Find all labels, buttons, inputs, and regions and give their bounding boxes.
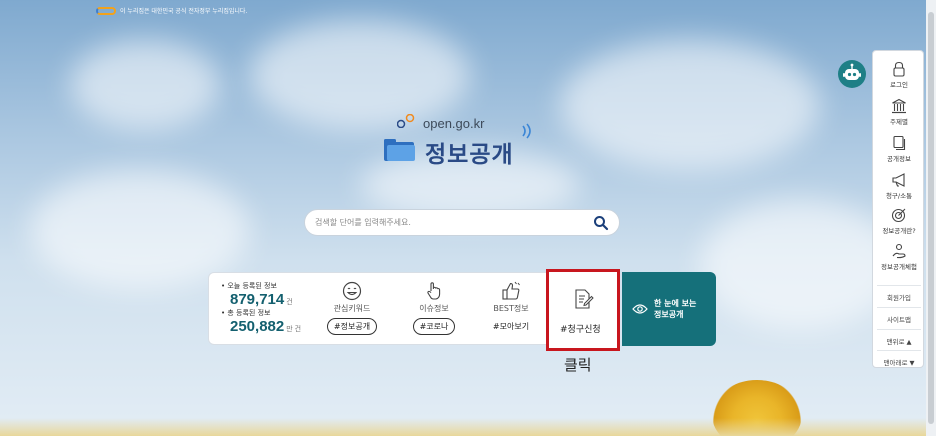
today-label: • 오늘 등록된 정보: [221, 282, 277, 290]
folder-logo-icon: [384, 139, 415, 161]
tag-button[interactable]: #코로나: [412, 318, 456, 335]
gov-emblem-icon: [96, 6, 116, 15]
gov-banner-text: 이 누리집은 대한민국 공식 전자정부 누리집입니다.: [120, 8, 248, 15]
overview-text: 한 눈에 보는 정보공개: [654, 298, 696, 320]
today-count: 879,714 건: [230, 291, 311, 308]
overview-button[interactable]: 한 눈에 보는 정보공개: [622, 272, 716, 346]
signal-icon: [522, 123, 531, 139]
feature-label: BEST정보: [493, 304, 529, 313]
quick-label: 정보공개란?: [882, 227, 916, 235]
quick-subject[interactable]: 주제별: [873, 98, 925, 126]
quick-label: 정보공개체험: [881, 263, 917, 271]
tag-button[interactable]: #정보공개: [326, 318, 378, 335]
gov-banner: 이 누리집은 대한민국 공식 전자정부 누리집입니다.: [96, 6, 247, 15]
today-unit: 건: [286, 299, 293, 306]
total-unit: 만 건: [286, 326, 302, 333]
quick-top[interactable]: 맨위로 ▲: [877, 329, 921, 346]
document-edit-icon: [575, 289, 594, 309]
target-icon: [891, 208, 906, 223]
total-value: 250,882: [230, 318, 285, 335]
today-value: 879,714: [230, 291, 285, 308]
thumbs-up-icon: [502, 281, 520, 300]
pointer-hand-icon: [427, 282, 441, 300]
stats-block: • 오늘 등록된 정보 879,714 건 • 총 등록된 정보 250,882 만…: [221, 281, 311, 335]
total-count: 250,882 만 건: [230, 318, 311, 335]
chatbot-button[interactable]: [838, 60, 866, 88]
site-logo[interactable]: open.go.kr 정보공개: [383, 112, 543, 172]
quick-about[interactable]: 정보공개란?: [873, 207, 925, 235]
quick-menu: 로그인 주제별 공개정보 청구/소통 정보공개란? 정보공개체험 회원가입 사이…: [872, 50, 924, 368]
quick-experience[interactable]: 정보공개체험: [873, 243, 925, 271]
overview-line2: 정보공개: [654, 310, 684, 319]
request-highlight-box[interactable]: #청구신청: [546, 269, 620, 351]
quick-label: 청구/소통: [885, 192, 913, 200]
cloud: [560, 40, 820, 170]
feature-issue[interactable]: 이슈정보 #코로나: [399, 281, 469, 335]
search-input[interactable]: [315, 218, 593, 227]
quick-label: 공개정보: [887, 155, 911, 163]
smile-icon: [342, 281, 362, 301]
feature-best[interactable]: BEST정보 #모아보기: [476, 281, 546, 333]
megaphone-icon: [892, 173, 905, 187]
feature-label: 관심키워드: [333, 304, 371, 313]
logo-title: 정보공개: [425, 142, 514, 168]
quick-label: 주제별: [890, 118, 908, 126]
search-bar: [304, 209, 620, 236]
click-annotation: 클릭: [564, 356, 592, 374]
tag-button[interactable]: #모아보기: [493, 321, 529, 332]
scrollbar[interactable]: [926, 0, 936, 436]
tag-button[interactable]: #청구신청: [560, 322, 601, 335]
lock-icon: [893, 61, 905, 77]
quick-login[interactable]: 로그인: [873, 61, 925, 89]
logo-domain: open.go.kr: [423, 116, 485, 131]
logo-dots-icon: [397, 114, 415, 128]
quick-sitemap[interactable]: 사이트맵: [877, 307, 921, 324]
cloud: [700, 200, 900, 330]
total-label: • 총 등록된 정보: [221, 309, 271, 317]
feature-label: 이슈정보: [419, 304, 449, 313]
scrollbar-thumb[interactable]: [928, 12, 934, 424]
ground-decoration: [0, 418, 926, 436]
quick-label: 로그인: [890, 81, 908, 89]
quick-bottom[interactable]: 맨아래로 ▼: [877, 350, 921, 367]
building-icon: [892, 98, 906, 114]
copy-icon: [893, 135, 906, 151]
person-hand-icon: [892, 243, 906, 259]
feature-keyword[interactable]: 관심키워드 #정보공개: [317, 281, 387, 335]
quick-request[interactable]: 청구/소통: [873, 172, 925, 200]
quick-join[interactable]: 회원가입: [877, 285, 921, 302]
robot-icon: [843, 63, 861, 80]
eye-icon: [632, 304, 648, 314]
search-icon[interactable]: [593, 215, 609, 231]
quick-public-info[interactable]: 공개정보: [873, 135, 925, 163]
cloud: [70, 40, 220, 130]
overview-line1: 한 눈에 보는: [654, 299, 697, 308]
